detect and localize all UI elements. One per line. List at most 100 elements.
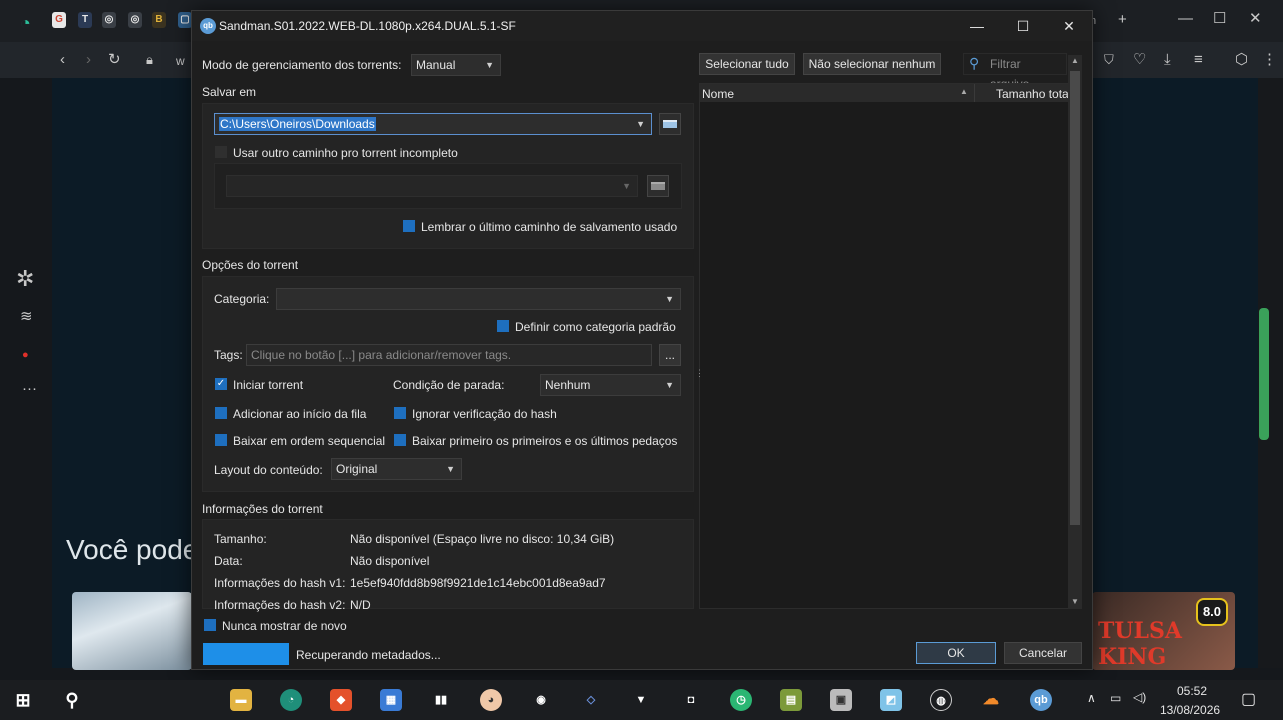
app-icon[interactable]: ▤ [780,689,802,711]
start-torrent-checkbox[interactable]: ✓ [215,378,227,390]
tab-favicon-icon[interactable]: G [52,12,66,28]
network-icon[interactable]: ▭ [1110,691,1121,705]
more-icon[interactable]: ⋮ [1262,51,1277,69]
app-icon[interactable]: ◇ [580,689,602,711]
metadata-progress-bar [203,643,289,665]
tray-chevron-icon[interactable]: ∧ [1087,691,1096,705]
column-size[interactable]: Tamanho total [996,87,1068,101]
tab-favicon-icon[interactable]: ◎ [128,12,142,28]
new-tab-icon[interactable]: + [1118,11,1127,29]
app-icon[interactable]: ◷ [730,689,752,711]
skip-hash-checkbox[interactable] [394,407,406,419]
save-path-combo[interactable]: C:\Users\Oneiros\Downloads ▼ [214,113,652,135]
app-icon[interactable]: ◉ [530,689,552,711]
select-all-button[interactable]: Selecionar tudo [699,53,795,75]
default-category-checkbox[interactable] [497,320,509,332]
tab-favicon-icon[interactable]: T [78,12,92,28]
never-show-checkbox[interactable] [204,619,216,631]
maximize-icon[interactable]: ☐ [1213,10,1226,28]
tab-favicon-icon[interactable]: B [152,12,166,28]
back-icon[interactable]: ‹ [60,51,65,69]
notifications-icon[interactable]: ▢ [1241,689,1256,709]
obs-icon[interactable]: ◍ [930,689,952,711]
scrollbar-thumb[interactable] [1259,308,1269,440]
browser-sidebar: ✲ ≋ ● ··· [0,78,52,680]
rating-badge: 8.0 [1196,598,1228,626]
brave-icon[interactable]: ◆ [330,689,352,711]
gamepad-icon[interactable]: ◘ [680,689,702,711]
category-select[interactable]: ▼ [276,288,681,310]
volume-icon[interactable]: ◁) [1133,690,1146,704]
clock-time[interactable]: 05:52 [1177,684,1207,698]
app-icon[interactable]: ◩ [880,689,902,711]
management-mode-label: Modo de gerenciamento dos torrents: [202,58,402,72]
extensions-icon[interactable]: ⬡ [1235,51,1248,69]
clock-date[interactable]: 13/08/2026 [1160,703,1220,717]
file-list[interactable]: Nome ▲ Tamanho total [699,83,1069,609]
content-layout-select[interactable]: Original ▼ [331,458,462,480]
forward-icon[interactable]: › [86,51,91,69]
splitter-handle[interactable]: ⋮ [695,368,704,379]
first-last-checkbox[interactable] [394,434,406,446]
sidebar-app-icon[interactable]: ✲ [16,268,34,290]
torrent-info-label: Informações do torrent [202,502,323,516]
menu-icon[interactable]: ≡ [1194,51,1203,69]
heart-icon[interactable]: ♡ [1133,51,1146,69]
sort-ascending-icon: ▲ [960,87,968,96]
use-other-path-checkbox[interactable] [215,146,227,158]
search-icon[interactable]: ⚲ [61,689,83,711]
management-mode-select[interactable]: Manual ▼ [411,54,501,76]
reload-icon[interactable]: ↻ [108,51,121,69]
file-explorer-icon[interactable]: ▬ [230,689,252,711]
more-icon[interactable]: ··· [22,380,37,398]
shield-icon[interactable]: ⛉ [1104,51,1114,69]
edit-tags-button[interactable]: ... [659,344,681,366]
app-icon[interactable]: ◕ [480,689,502,711]
info-value: 1e5ef940fdd8b98f9921de1c14ebc001d8ea9ad7 [350,576,606,590]
tab-favicon-icon[interactable]: ◎ [102,12,116,28]
stop-condition-label: Condição de parada: [393,378,505,392]
remember-path-checkbox[interactable] [403,220,415,232]
select-none-button[interactable]: Não selecionar nenhum [803,53,941,75]
torrent-options-label: Opções do torrent [202,258,299,272]
ublock-icon[interactable]: ● [22,346,29,364]
browse-folder-button[interactable] [659,113,681,135]
download-icon[interactable]: ⤓ [1164,51,1171,69]
stop-condition-select[interactable]: Nenhum ▼ [540,374,681,396]
sequential-checkbox[interactable] [215,434,227,446]
maximize-button[interactable]: ☐ [1000,15,1046,37]
sidebar-app-icon[interactable]: ≋ [20,308,33,326]
close-icon[interactable]: ✕ [1249,10,1262,28]
start-icon[interactable]: ⊞ [12,689,34,711]
tags-input[interactable]: Clique no botão [...] para adicionar/rem… [246,344,652,366]
poster-thumbnail[interactable] [72,592,192,670]
file-list-header: Nome ▲ Tamanho total [700,84,1068,102]
status-text: Recuperando metadados... [296,648,441,662]
chevron-down-icon: ▼ [665,294,674,304]
equalizer-icon[interactable]: ▮▮ [430,689,452,711]
tab-favicon-icon[interactable]: ▢ [178,12,192,28]
save-path-value[interactable]: C:\Users\Oneiros\Downloads [219,117,376,131]
address-bar[interactable]: w [176,52,185,70]
ok-button[interactable]: OK [916,642,996,664]
minimize-button[interactable]: — [954,15,1000,37]
minimize-icon[interactable]: — [1178,10,1193,28]
scrollbar-thumb[interactable] [1070,71,1080,525]
browser-logo-icon[interactable]: ◔ [20,14,31,32]
stop-condition-value: Nenhum [545,378,591,392]
close-button[interactable]: ✕ [1046,15,1092,37]
fox-icon[interactable]: ▼ [630,689,652,711]
qbittorrent-icon[interactable]: qb [1030,689,1052,711]
scroll-up-icon[interactable]: ▲ [1071,56,1079,65]
browser-app-icon[interactable]: ◔ [280,689,302,711]
folder-icon [663,120,677,128]
add-top-queue-checkbox[interactable] [215,407,227,419]
column-name[interactable]: Nome [702,87,734,101]
app-icon[interactable]: ▣ [830,689,852,711]
column-divider[interactable] [974,84,975,102]
cancel-button[interactable]: Cancelar [1004,642,1082,664]
cloud-icon[interactable]: ☁ [980,689,1002,711]
store-icon[interactable]: ▦ [380,689,402,711]
dialog-title: Sandman.S01.2022.WEB-DL.1080p.x264.DUAL.… [219,19,516,33]
scroll-down-icon[interactable]: ▼ [1071,597,1079,606]
